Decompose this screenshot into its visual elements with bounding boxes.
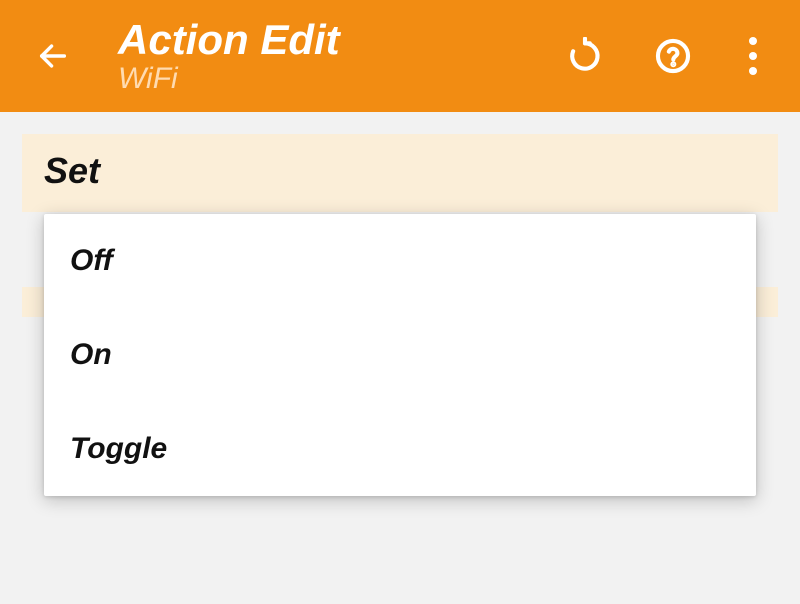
option-on[interactable]: On: [44, 308, 756, 402]
overflow-dot-icon: [749, 67, 757, 75]
page-subtitle: WiFi: [118, 62, 562, 95]
arrow-back-icon: [36, 39, 70, 73]
set-dropdown-menu: Off On Toggle: [44, 214, 756, 496]
content-area: Set Off On Toggle: [0, 112, 800, 212]
page-title: Action Edit: [118, 17, 562, 63]
action-bar: [562, 33, 768, 79]
back-button[interactable]: [30, 33, 76, 79]
title-block: Action Edit WiFi: [118, 17, 562, 94]
overflow-dot-icon: [749, 52, 757, 60]
undo-icon: [566, 37, 604, 75]
overflow-menu-button[interactable]: [738, 33, 768, 79]
overflow-dot-icon: [749, 37, 757, 45]
option-toggle[interactable]: Toggle: [44, 402, 756, 496]
option-off[interactable]: Off: [44, 214, 756, 308]
undo-button[interactable]: [562, 33, 608, 79]
help-button[interactable]: [650, 33, 696, 79]
app-bar: Action Edit WiFi: [0, 0, 800, 112]
help-icon: [654, 37, 692, 75]
section-set-header: Set: [22, 134, 778, 212]
